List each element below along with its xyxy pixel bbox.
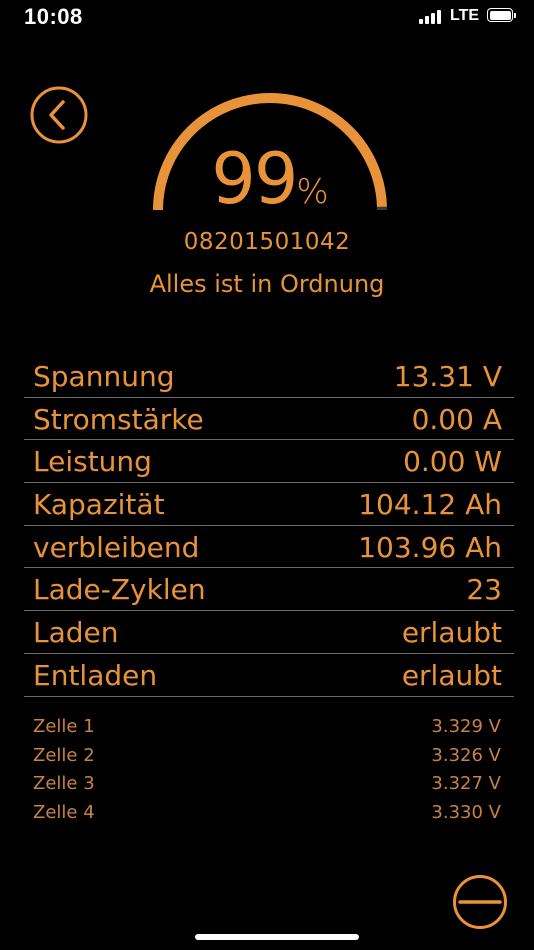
cell-value: 3.327 V [431,773,501,794]
cell-label: Zelle 1 [33,716,95,737]
network-type: LTE [450,7,480,24]
metric-row-entladen: Entladen erlaubt [24,654,514,697]
metric-value: 13.31 V [393,360,502,393]
metrics-table: Spannung 13.31 V Stromstärke 0.00 A Leis… [24,355,514,697]
cell-value: 3.326 V [431,744,501,766]
cell-label: Zelle 4 [33,801,95,823]
metric-label: Entladen [33,658,158,692]
charge-value: 99 [211,138,298,220]
metric-label: Kapazität [33,488,165,522]
metric-value: erlaubt [401,658,502,692]
status-time: 10:08 [24,4,83,29]
metric-value: 104.12 Ah [358,488,502,522]
chevron-left-circle-icon [30,86,88,144]
metric-value: 0.00 W [403,445,502,479]
metric-label: Leistung [33,445,152,479]
cellular-signal-icon [419,10,445,24]
metric-row-verbleibend: verbleibend 103.96 Ah [24,526,514,569]
serial-number: 08201501042 [183,229,351,255]
charge-unit: % [296,172,329,212]
metric-row-lade-zyklen: Lade-Zyklen 23 [24,568,514,612]
metric-row-stromstaerke: Stromstärke 0.00 A [24,398,514,441]
metric-label: Spannung [33,360,175,393]
metric-value: 0.00 A [411,402,502,436]
metric-label: verbleibend [33,530,200,564]
cell-row: Zelle 2 3.326 V [33,743,501,772]
cell-row: Zelle 3 3.327 V [33,771,501,800]
metric-value: erlaubt [401,616,502,650]
cell-value: 3.330 V [431,801,501,823]
metric-label: Stromstärke [33,402,204,436]
metric-row-laden: Laden erlaubt [24,611,514,654]
metric-label: Lade-Zyklen [33,573,206,607]
cell-voltages: Zelle 1 3.329 V Zelle 2 3.326 V Zelle 3 … [33,714,501,828]
metric-row-leistung: Leistung 0.00 W [24,440,514,484]
cell-label: Zelle 2 [33,744,95,766]
minus-circle-icon [453,875,507,929]
cell-row: Zelle 1 3.329 V [33,714,501,743]
battery-icon [487,8,517,24]
minus-button[interactable] [452,874,508,930]
metric-label: Laden [33,616,119,650]
metric-value: 23 [466,573,502,607]
cell-row: Zelle 4 3.330 V [33,800,501,829]
status-message: Alles ist in Ordnung [149,270,385,298]
metric-row-spannung: Spannung 13.31 V [24,355,514,398]
cell-value: 3.329 V [431,716,501,737]
charge-percentage: 99% [150,139,390,232]
home-indicator[interactable] [195,934,359,940]
back-button[interactable] [30,86,88,144]
metric-value: 103.96 Ah [358,530,502,564]
metric-row-kapazitaet: Kapazität 104.12 Ah [24,483,514,526]
cell-label: Zelle 3 [33,773,95,794]
status-bar: 10:08 LTE [0,0,534,36]
